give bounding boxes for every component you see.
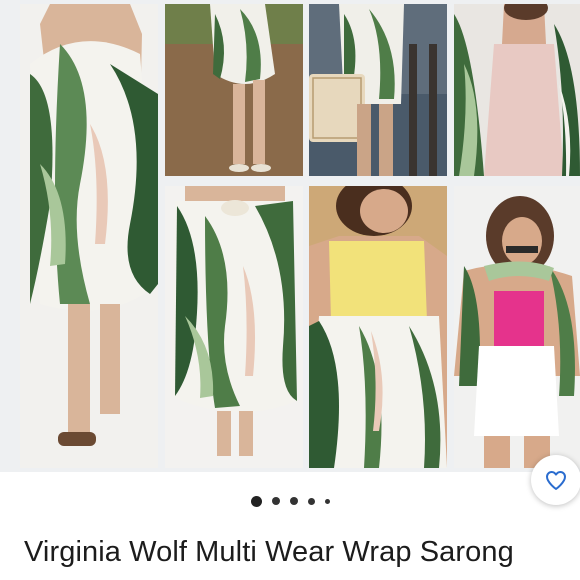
product-photo-walking (165, 4, 303, 176)
carousel-pagination[interactable] (0, 494, 580, 508)
carousel-dot-active[interactable] (250, 495, 262, 507)
carousel-dot[interactable] (307, 497, 315, 505)
product-photo-kimono (454, 4, 580, 176)
carousel-dot[interactable] (271, 497, 280, 505)
product-photo-scarf (454, 186, 580, 468)
carousel-dot[interactable] (289, 497, 298, 505)
carousel-dot[interactable] (324, 498, 330, 504)
product-photo-dress-front (20, 4, 158, 468)
heart-icon (546, 471, 566, 490)
listing-title: Virginia Wolf Multi Wear Wrap Sarong (24, 536, 514, 568)
product-photo-wrap-skirt (165, 186, 303, 468)
product-photo-with-bag (309, 4, 447, 176)
product-image-gallery[interactable] (0, 0, 580, 472)
product-photo-swim-coverup (309, 186, 447, 468)
